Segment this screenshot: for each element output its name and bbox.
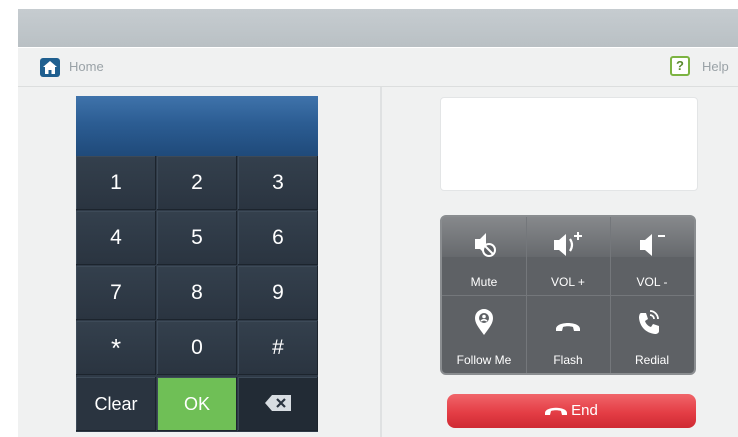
location-pin-icon: [442, 307, 526, 339]
key-1[interactable]: 1: [76, 156, 156, 210]
key-3[interactable]: 3: [238, 156, 318, 210]
key-5[interactable]: 5: [157, 211, 237, 265]
volume-down-button[interactable]: VOL -: [610, 217, 694, 295]
mute-icon: [442, 229, 526, 261]
volume-up-button[interactable]: VOL +: [526, 217, 610, 295]
home-icon[interactable]: [40, 58, 60, 77]
ok-button[interactable]: OK: [157, 377, 237, 431]
backspace-button[interactable]: [238, 377, 318, 431]
end-call-label: End: [571, 402, 598, 419]
redial-button[interactable]: Redial: [610, 295, 694, 373]
handset-icon: [526, 307, 610, 339]
end-call-button[interactable]: End: [447, 394, 696, 428]
backspace-icon: [265, 378, 291, 432]
end-call-icon: [545, 407, 568, 416]
key-9[interactable]: 9: [238, 266, 318, 320]
key-0[interactable]: 0: [157, 321, 237, 375]
home-link[interactable]: Home: [69, 59, 104, 74]
key-2[interactable]: 2: [157, 156, 237, 210]
key-7[interactable]: 7: [76, 266, 156, 320]
volume-down-label: VOL -: [636, 275, 668, 289]
dial-keypad: 1 2 3 4 5 6 7 8 9 * 0 # Clear OK: [76, 96, 318, 432]
mute-label: Mute: [470, 275, 498, 289]
key-4[interactable]: 4: [76, 211, 156, 265]
redial-label: Redial: [634, 353, 670, 367]
volume-up-label: VOL +: [551, 275, 585, 289]
key-8[interactable]: 8: [157, 266, 237, 320]
follow-me-label: Follow Me: [456, 353, 512, 367]
redial-icon: [610, 307, 694, 339]
nav-bar: Home ? Help: [18, 48, 738, 87]
key-6[interactable]: 6: [238, 211, 318, 265]
mute-button[interactable]: Mute: [442, 217, 526, 295]
volume-up-icon: [526, 229, 610, 261]
follow-me-button[interactable]: Follow Me: [442, 295, 526, 373]
dial-display: [76, 96, 318, 156]
key-hash[interactable]: #: [238, 321, 318, 375]
clear-button[interactable]: Clear: [76, 377, 156, 431]
call-control-panel: Mute VOL + VOL - Follow Me Flash Redial: [440, 215, 696, 375]
flash-button[interactable]: Flash: [526, 295, 610, 373]
volume-down-icon: [610, 229, 694, 261]
call-info-screen: [440, 97, 698, 191]
help-icon[interactable]: ?: [670, 56, 690, 76]
key-star[interactable]: *: [76, 321, 156, 375]
top-banner: [18, 9, 738, 47]
help-link[interactable]: Help: [702, 59, 729, 74]
flash-label: Flash: [553, 353, 583, 367]
